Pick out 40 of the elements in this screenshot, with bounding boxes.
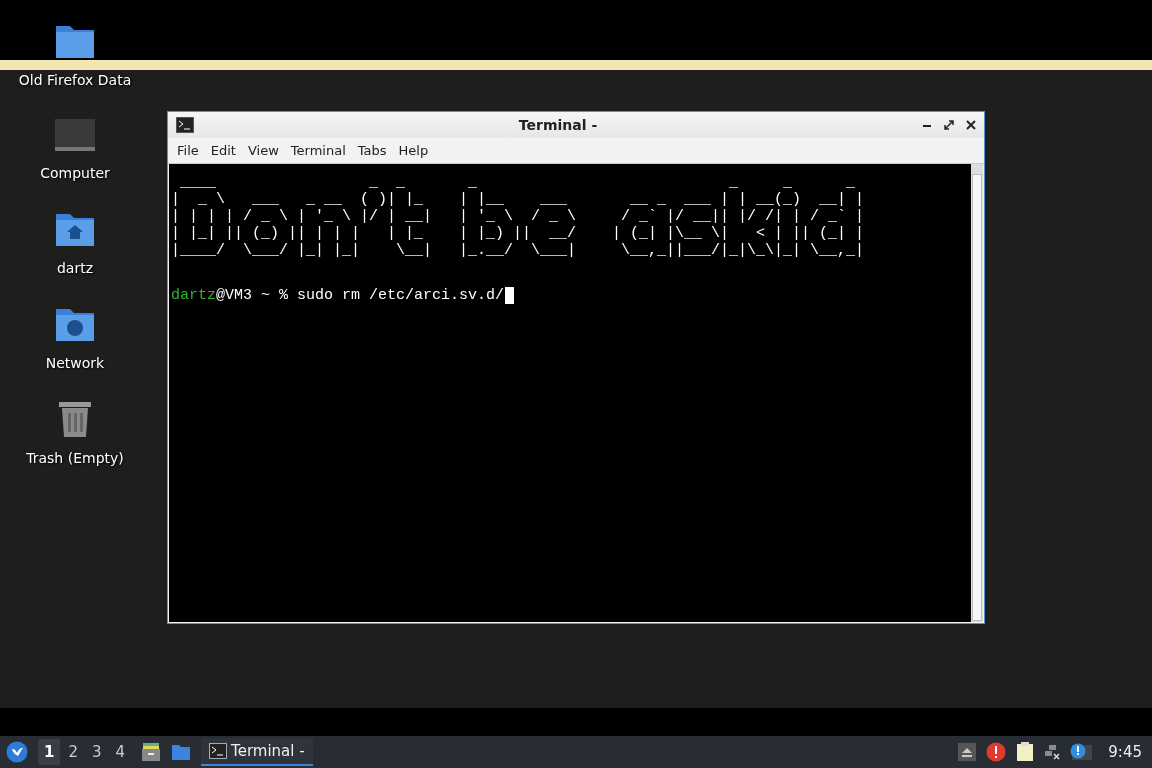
text-cursor — [505, 287, 515, 304]
ascii-art-line: | _ \ ___ _ __ ( )| |_ | |__ ___ __ _ ___ | | __(_) __| | — [171, 191, 866, 208]
terminal-icon — [176, 117, 194, 133]
window-title: Terminal - — [517, 117, 599, 133]
network-icon[interactable] — [1044, 744, 1061, 760]
eject-icon[interactable] — [958, 743, 977, 761]
ascii-art-line: | |_| || (_) || | | | | |_ | |_) || __/ | (_| |\__ \| < | || (_| | — [171, 225, 866, 242]
desktop-icon-label[interactable]: Computer — [40, 165, 110, 181]
desktop-icon-label[interactable]: Old Firefox Data — [18, 72, 132, 88]
menu-item[interactable]: Tabs — [352, 141, 392, 160]
trash-icon[interactable] — [57, 400, 93, 438]
alert-icon[interactable] — [986, 742, 1007, 762]
notification-icon[interactable] — [1070, 743, 1093, 761]
menu-item[interactable]: Help — [393, 141, 434, 160]
ascii-art-line: | | | | / _ \ | '_ \ |/ | __| | '_ \ / _ \ / _` |/ __|| |/ /| | / _` | — [171, 208, 866, 225]
computer-icon[interactable] — [54, 117, 96, 153]
folder-icon[interactable] — [171, 743, 192, 761]
close-icon[interactable] — [966, 120, 976, 130]
desktop-icon-label[interactable]: Network — [45, 355, 105, 371]
desktop-icon-label[interactable]: Trash (Empty) — [26, 450, 124, 466]
workspace-button[interactable]: 2 — [62, 739, 84, 765]
maximize-icon[interactable] — [944, 120, 954, 130]
menu-item[interactable]: View — [242, 141, 284, 160]
menu-item[interactable]: Edit — [205, 141, 241, 160]
clock[interactable]: 9:45 — [1108, 743, 1142, 761]
workspace-button[interactable]: 3 — [86, 739, 108, 765]
ascii-art-line: |____/ \___/ |_| |_| \__| |_.__/ \___| \__,_||___/|_|\_\|_| \__,_| — [171, 242, 866, 259]
terminal-icon — [209, 743, 228, 759]
ascii-art-line: ____ _ _ _ _ _ _ — [179, 174, 857, 191]
menu-item[interactable]: File — [172, 141, 204, 160]
taskbar-window-button[interactable]: Terminal - — [201, 738, 313, 766]
clipboard-icon[interactable] — [1016, 742, 1035, 762]
scrollbar[interactable] — [971, 164, 983, 622]
workspace-button[interactable]: 4 — [109, 739, 132, 765]
workspace-button[interactable]: 1 — [38, 739, 61, 765]
command-line: dartz@VM3 ~ % sudo rm /etc/arci.sv.d/ — [171, 287, 505, 304]
desktop-icon-label[interactable]: dartz — [56, 260, 94, 276]
menu-item[interactable]: Terminal — [285, 141, 351, 160]
file-cabinet-icon[interactable] — [141, 742, 162, 762]
start-menu-icon[interactable] — [6, 741, 28, 763]
